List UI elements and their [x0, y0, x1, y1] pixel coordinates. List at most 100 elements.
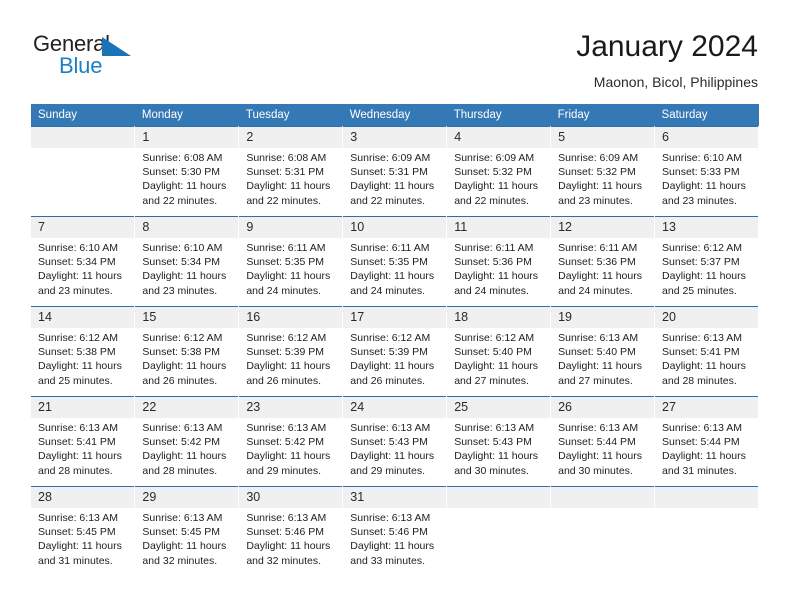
daylight-text-line1: Daylight: 11 hours — [454, 270, 539, 283]
calendar-day-cell[interactable]: 15 Sunrise: 6:12 AM Sunset: 5:38 PM Dayligh… — [134, 306, 240, 397]
sun-info: Sunrise: 6:12 AM Sunset: 5:37 PM Daylight:… — [655, 238, 758, 298]
sunrise-text: Sunrise: 6:13 AM — [246, 512, 327, 524]
sun-info: Sunrise: 6:13 AM Sunset: 5:41 PM Daylight:… — [31, 418, 134, 478]
sunrise-text: Sunrise: 6:13 AM — [38, 422, 118, 434]
sun-info: Sunrise: 6:09 AM Sunset: 5:32 PM Daylight:… — [551, 148, 654, 208]
daylight-text-line2: and 31 minutes. — [662, 464, 737, 477]
calendar-day-cell[interactable]: 3 Sunrise: 6:09 AM Sunset: 5:31 PM Daylight… — [342, 126, 448, 217]
daylight-text-line2: and 25 minutes. — [662, 284, 737, 297]
day-number: 17 — [343, 307, 447, 328]
sunrise-text: Sunrise: 6:12 AM — [454, 332, 535, 344]
calendar-week-row: 28 Sunrise: 6:13 AM Sunset: 5:45 PM Dayligh… — [31, 486, 759, 577]
daylight-text-line2: and 24 minutes. — [246, 284, 322, 297]
calendar-day-cell[interactable]: 10 Sunrise: 6:11 AM Sunset: 5:35 PM Dayligh… — [342, 216, 448, 307]
day-number: 8 — [135, 217, 239, 238]
daylight-text-line2: and 26 minutes. — [350, 374, 425, 387]
calendar-day-cell[interactable]: 8 Sunrise: 6:10 AM Sunset: 5:34 PM Daylight… — [134, 216, 240, 307]
calendar-day-cell[interactable]: 14 Sunrise: 6:12 AM Sunset: 5:38 PM Dayligh… — [31, 306, 136, 397]
sunrise-text: Sunrise: 6:12 AM — [350, 332, 431, 344]
calendar-day-cell[interactable]: 4 Sunrise: 6:09 AM Sunset: 5:32 PM Daylight… — [446, 126, 552, 217]
sun-info: Sunrise: 6:13 AM Sunset: 5:42 PM Daylight:… — [135, 418, 238, 478]
calendar-day-cell[interactable]: 30 Sunrise: 6:13 AM Sunset: 5:46 PM Dayligh… — [238, 486, 344, 577]
sunset-text: Sunset: 5:36 PM — [558, 256, 636, 269]
sunset-text: Sunset: 5:35 PM — [246, 256, 324, 269]
daylight-text-line1: Daylight: 11 hours — [246, 360, 331, 373]
sunset-text: Sunset: 5:37 PM — [662, 256, 740, 269]
calendar-day-cell[interactable]: 22 Sunrise: 6:13 AM Sunset: 5:42 PM Dayligh… — [134, 396, 240, 487]
calendar-day-cell[interactable]: 28 Sunrise: 6:13 AM Sunset: 5:45 PM Dayligh… — [31, 486, 136, 577]
calendar-day-cell[interactable]: 12 Sunrise: 6:11 AM Sunset: 5:36 PM Dayligh… — [550, 216, 656, 307]
location-subtitle: Maonon, Bicol, Philippines — [593, 74, 758, 90]
daylight-text-line2: and 30 minutes. — [558, 464, 633, 477]
generalblue-logo[interactable]: General Blue — [33, 33, 213, 85]
daylight-text-line1: Daylight: 11 hours — [350, 360, 435, 373]
calendar-day-cell[interactable]: 19 Sunrise: 6:13 AM Sunset: 5:40 PM Dayligh… — [550, 306, 656, 397]
sun-info: Sunrise: 6:13 AM Sunset: 5:45 PM Daylight:… — [31, 508, 134, 568]
sunrise-text: Sunrise: 6:13 AM — [662, 422, 742, 434]
daylight-text-line2: and 24 minutes. — [454, 284, 529, 297]
page-header: General Blue January 2024 Maonon, Bicol,… — [0, 0, 792, 103]
day-number: 19 — [551, 307, 655, 328]
calendar-empty-cell — [446, 486, 552, 577]
day-number: 25 — [447, 397, 551, 418]
sunrise-text: Sunrise: 6:13 AM — [662, 332, 742, 344]
day-number: 12 — [551, 217, 655, 238]
calendar-day-cell[interactable]: 26 Sunrise: 6:13 AM Sunset: 5:44 PM Dayligh… — [550, 396, 656, 487]
daylight-text-line1: Daylight: 11 hours — [142, 540, 227, 553]
day-number: 4 — [447, 127, 551, 148]
sun-info: Sunrise: 6:11 AM Sunset: 5:36 PM Daylight:… — [447, 238, 550, 298]
daylight-text-line1: Daylight: 11 hours — [38, 360, 122, 373]
daylight-text-line1: Daylight: 11 hours — [246, 270, 331, 283]
weekday-header-sunday: Sunday — [31, 104, 135, 127]
daylight-text-line2: and 29 minutes. — [350, 464, 425, 477]
calendar-day-cell[interactable]: 5 Sunrise: 6:09 AM Sunset: 5:32 PM Daylight… — [550, 126, 656, 217]
title-block: January 2024 Maonon, Bicol, Philippines — [576, 29, 758, 91]
sunset-text: Sunset: 5:43 PM — [454, 436, 532, 449]
calendar-day-cell[interactable]: 18 Sunrise: 6:12 AM Sunset: 5:40 PM Dayligh… — [446, 306, 552, 397]
daylight-text-line1: Daylight: 11 hours — [38, 270, 122, 283]
sunrise-text: Sunrise: 6:13 AM — [350, 422, 431, 434]
sun-info: Sunrise: 6:10 AM Sunset: 5:33 PM Daylight:… — [655, 148, 758, 208]
calendar-day-cell[interactable]: 20 Sunrise: 6:13 AM Sunset: 5:41 PM Dayligh… — [654, 306, 759, 397]
calendar-day-cell[interactable]: 6 Sunrise: 6:10 AM Sunset: 5:33 PM Daylight… — [654, 126, 759, 217]
day-number: 29 — [135, 487, 239, 508]
calendar-day-cell[interactable]: 23 Sunrise: 6:13 AM Sunset: 5:42 PM Dayligh… — [238, 396, 344, 487]
day-number: 23 — [239, 397, 343, 418]
calendar-day-cell[interactable]: 27 Sunrise: 6:13 AM Sunset: 5:44 PM Dayligh… — [654, 396, 759, 487]
day-number: 14 — [31, 307, 135, 328]
calendar-day-cell[interactable]: 24 Sunrise: 6:13 AM Sunset: 5:43 PM Dayligh… — [342, 396, 448, 487]
daylight-text-line2: and 22 minutes. — [142, 194, 218, 207]
calendar-day-cell[interactable]: 13 Sunrise: 6:12 AM Sunset: 5:37 PM Dayligh… — [654, 216, 759, 307]
sun-info: Sunrise: 6:12 AM Sunset: 5:38 PM Daylight:… — [31, 328, 134, 388]
calendar-day-cell[interactable]: 16 Sunrise: 6:12 AM Sunset: 5:39 PM Dayligh… — [238, 306, 344, 397]
weekday-header-saturday: Saturday — [654, 104, 759, 127]
daylight-text-line2: and 25 minutes. — [38, 374, 113, 387]
calendar-day-cell[interactable]: 25 Sunrise: 6:13 AM Sunset: 5:43 PM Dayligh… — [446, 396, 552, 487]
calendar-day-cell[interactable]: 11 Sunrise: 6:11 AM Sunset: 5:36 PM Dayligh… — [446, 216, 552, 307]
day-number: 6 — [655, 127, 758, 148]
sun-info: Sunrise: 6:08 AM Sunset: 5:30 PM Daylight:… — [135, 148, 238, 208]
daylight-text-line1: Daylight: 11 hours — [454, 360, 539, 373]
sun-info: Sunrise: 6:13 AM Sunset: 5:41 PM Daylight:… — [655, 328, 758, 388]
calendar-day-cell[interactable]: 7 Sunrise: 6:10 AM Sunset: 5:34 PM Daylight… — [31, 216, 136, 307]
calendar-day-cell[interactable]: 2 Sunrise: 6:08 AM Sunset: 5:31 PM Daylight… — [238, 126, 344, 217]
daylight-text-line1: Daylight: 11 hours — [350, 540, 435, 553]
daylight-text-line2: and 22 minutes. — [246, 194, 322, 207]
calendar-day-cell[interactable]: 17 Sunrise: 6:12 AM Sunset: 5:39 PM Dayligh… — [342, 306, 448, 397]
calendar-day-cell[interactable]: 1 Sunrise: 6:08 AM Sunset: 5:30 PM Daylight… — [134, 126, 240, 217]
sunrise-text: Sunrise: 6:13 AM — [558, 332, 639, 344]
sunrise-text: Sunrise: 6:13 AM — [38, 512, 118, 524]
day-number: 22 — [135, 397, 239, 418]
calendar-day-cell[interactable]: 21 Sunrise: 6:13 AM Sunset: 5:41 PM Dayligh… — [31, 396, 136, 487]
calendar-day-cell[interactable]: 29 Sunrise: 6:13 AM Sunset: 5:45 PM Dayligh… — [134, 486, 240, 577]
daylight-text-line2: and 27 minutes. — [454, 374, 529, 387]
calendar-day-cell[interactable]: 31 Sunrise: 6:13 AM Sunset: 5:46 PM Dayligh… — [342, 486, 448, 577]
weekday-header-tuesday: Tuesday — [238, 104, 343, 127]
daylight-text-line2: and 32 minutes. — [142, 554, 218, 567]
daylight-text-line1: Daylight: 11 hours — [662, 270, 746, 283]
sun-info: Sunrise: 6:12 AM Sunset: 5:39 PM Daylight:… — [239, 328, 342, 388]
sunset-text: Sunset: 5:38 PM — [142, 346, 221, 359]
calendar-day-cell[interactable]: 9 Sunrise: 6:11 AM Sunset: 5:35 PM Daylight… — [238, 216, 344, 307]
calendar-week-row: 21 Sunrise: 6:13 AM Sunset: 5:41 PM Dayligh… — [31, 396, 759, 487]
sunset-text: Sunset: 5:31 PM — [246, 166, 324, 179]
